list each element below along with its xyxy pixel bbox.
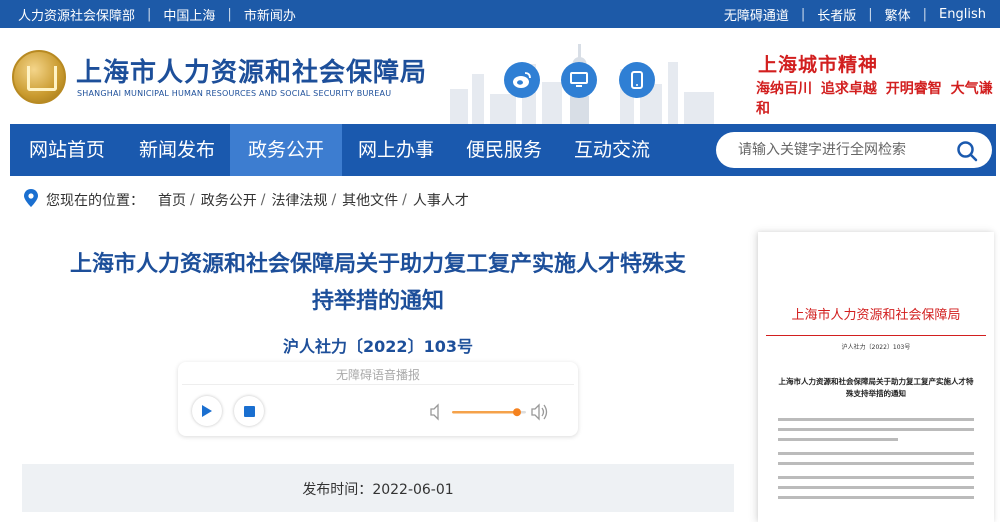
top-bar-left-links: 人力资源社会保障部 | 中国上海 | 市新闻办 xyxy=(18,0,296,28)
breadcrumb-separator: / xyxy=(260,192,266,208)
doc-preview-text-line xyxy=(778,496,974,499)
bureau-emblem-icon[interactable] xyxy=(12,50,66,104)
doc-preview-number: 沪人社力〔2022〕103号 xyxy=(841,344,911,351)
publish-label: 发布时间： xyxy=(302,482,373,498)
doc-preview-text-line xyxy=(778,438,898,441)
play-button[interactable] xyxy=(192,396,222,426)
nav-interaction[interactable]: 互动交流 xyxy=(558,124,666,176)
divider: | xyxy=(922,6,928,22)
article-title-line-2: 持举措的通知 xyxy=(311,289,444,314)
weibo-icon[interactable] xyxy=(504,62,540,98)
breadcrumb: 您现在的位置： 首页 / 政务公开 / 法律法规 / 其他文件 / 人事人才 xyxy=(24,188,469,212)
player-divider xyxy=(182,384,574,385)
top-bar-right-links: 无障碍通道 | 长者版 | 繁体 | English xyxy=(724,0,986,28)
divider: | xyxy=(147,6,152,22)
audio-player: 无障碍语音播报 xyxy=(178,362,578,436)
article-title-line-1: 上海市人力资源和社会保障局关于助力复工复产实施人才特殊支 xyxy=(69,252,686,277)
breadcrumb-separator: / xyxy=(190,192,195,208)
nav-gov-affairs[interactable]: 政务公开 xyxy=(230,124,342,176)
divider: | xyxy=(227,6,232,22)
breadcrumb-label: 您现在的位置： xyxy=(46,193,144,209)
breadcrumb-home[interactable]: 首页 xyxy=(158,190,186,210)
city-spirit-slogan: 海纳百川 追求卓越 开明睿智 大气谦和 xyxy=(756,81,993,117)
doc-preview-text-line xyxy=(778,476,974,479)
mobile-icon[interactable] xyxy=(619,62,655,98)
link-accessibility[interactable]: 无障碍通道 xyxy=(724,5,789,24)
doc-preview-text-line xyxy=(778,462,974,465)
nav-online-services[interactable]: 网上办事 xyxy=(342,124,450,176)
volume-slider[interactable] xyxy=(430,402,548,422)
nav-home[interactable]: 网站首页 xyxy=(10,124,124,176)
stop-button[interactable] xyxy=(234,396,264,426)
breadcrumb-personnel[interactable]: 人事人才 xyxy=(413,190,469,210)
publish-info-bar: 发布时间：2022-06-01 xyxy=(22,464,734,512)
link-mohrss[interactable]: 人力资源社会保障部 xyxy=(18,5,135,24)
doc-preview-title: 上海市人力资源和社会保障局关于助力复工复产实施人才特殊支持举措的通知 xyxy=(778,377,974,398)
divider: | xyxy=(868,6,873,22)
breadcrumb-other-docs[interactable]: 其他文件 xyxy=(342,190,398,210)
nav-news[interactable]: 新闻发布 xyxy=(124,124,230,176)
doc-preview-red-line xyxy=(766,335,986,336)
volume-low-icon xyxy=(430,403,439,421)
breadcrumb-laws[interactable]: 法律法规 xyxy=(271,190,327,210)
nav-public-services[interactable]: 便民服务 xyxy=(450,124,558,176)
doc-preview-header: 上海市人力资源和社会保障局 xyxy=(791,308,961,323)
doc-preview-text-line xyxy=(778,452,974,455)
breadcrumb-gov-affairs[interactable]: 政务公开 xyxy=(201,190,257,210)
player-caption: 无障碍语音播报 xyxy=(335,368,420,382)
volume-handle xyxy=(513,408,521,417)
divider: | xyxy=(800,6,806,22)
link-china-shanghai[interactable]: 中国上海 xyxy=(163,5,215,24)
volume-high-icon xyxy=(531,403,548,421)
publish-time: 发布时间：2022-06-01 xyxy=(22,479,734,499)
doc-preview-text-line xyxy=(778,418,974,421)
site-subtitle: SHANGHAI MUNICIPAL HUMAN RESOURCES AND S… xyxy=(77,89,392,98)
monitor-icon[interactable] xyxy=(561,62,597,98)
site-header: 上海市人力资源和社会保障局 SHANGHAI MUNICIPAL HUMAN R… xyxy=(0,28,1000,124)
doc-preview-text-line xyxy=(778,486,974,489)
link-news-office[interactable]: 市新闻办 xyxy=(244,5,296,24)
location-pin-icon xyxy=(24,189,38,211)
breadcrumb-separator: / xyxy=(331,192,337,208)
search-input[interactable]: 请输入关键字进行全网检索 xyxy=(738,132,906,168)
publish-date: 2022-06-01 xyxy=(372,482,454,498)
search-box[interactable]: 请输入关键字进行全网检索 xyxy=(716,132,992,168)
search-icon[interactable] xyxy=(956,140,978,166)
article-title: 上海市人力资源和社会保障局关于助力复工复产实施人才特殊支 持举措的通知 xyxy=(22,246,734,320)
city-spirit-title: 上海城市精神 xyxy=(758,54,879,76)
link-elder-version[interactable]: 长者版 xyxy=(817,5,856,24)
link-traditional[interactable]: 繁体 xyxy=(885,5,911,24)
document-preview-image[interactable]: 上海市人力资源和社会保障局 沪人社力〔2022〕103号 上海市人力资源和社会保… xyxy=(758,232,994,522)
main-nav: 网站首页 新闻发布 政务公开 网上办事 便民服务 互动交流 请输入关键字进行全网… xyxy=(10,124,996,176)
doc-preview-text-line xyxy=(778,428,974,431)
link-english[interactable]: English xyxy=(939,7,986,22)
site-title[interactable]: 上海市人力资源和社会保障局 xyxy=(76,52,427,89)
document-number: 沪人社力〔2022〕103号 xyxy=(283,337,473,356)
top-bar: 人力资源社会保障部 | 中国上海 | 市新闻办 无障碍通道 | 长者版 | 繁体… xyxy=(0,0,1000,28)
breadcrumb-separator: / xyxy=(402,192,407,208)
